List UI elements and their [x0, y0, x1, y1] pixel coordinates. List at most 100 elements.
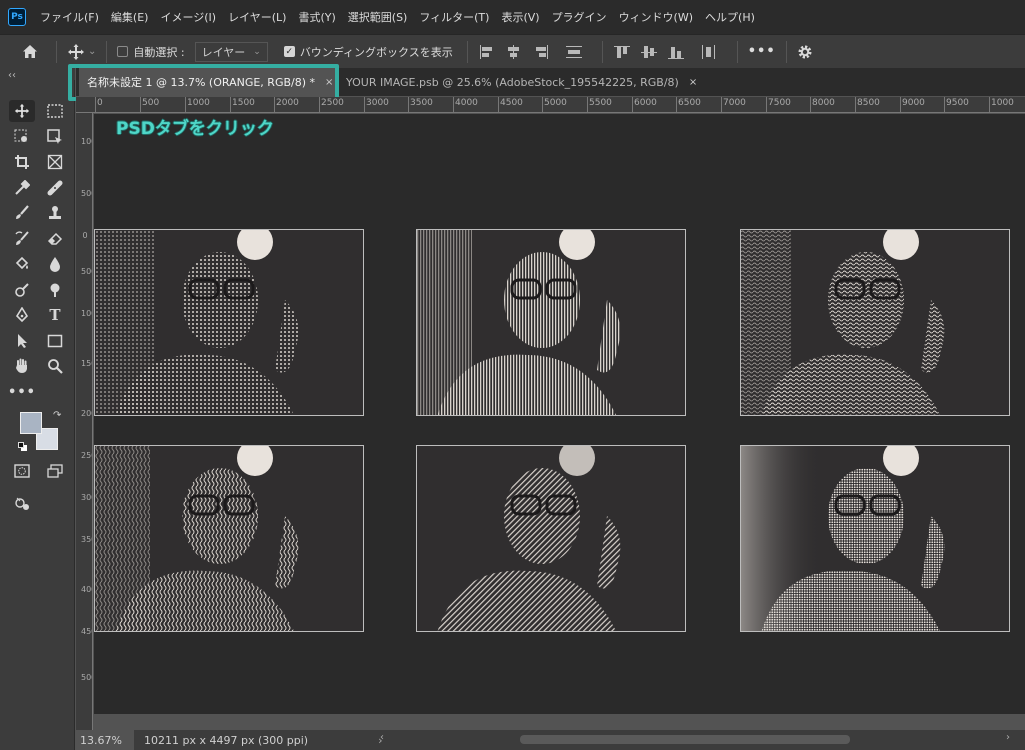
distribute-horizontal-icon[interactable] [700, 44, 718, 60]
chevron-down-icon: ⌄ [253, 46, 261, 57]
vertical-ruler: 1000 500 0 500 1000 1500 2000 2500 3000 … [76, 113, 93, 730]
ruler-label: 0 [97, 98, 103, 108]
marquee-tool-icon[interactable] [42, 100, 68, 122]
zoom-tool-icon[interactable] [42, 355, 68, 377]
eraser-tool-icon[interactable] [42, 228, 68, 250]
ruler-label: 1000 [81, 309, 92, 318]
menu-file[interactable]: ファイル(F) [40, 9, 99, 25]
hand-tool-icon[interactable] [9, 355, 35, 377]
dodge-tool-icon[interactable] [9, 279, 35, 301]
ruler-label: 1500 [232, 98, 255, 108]
ruler-label: 3000 [81, 493, 92, 502]
align-left-icon[interactable] [478, 44, 496, 60]
menu-select[interactable]: 選択範囲(S) [348, 9, 408, 25]
photoshop-logo: Ps [8, 8, 26, 26]
spot-healing-tool-icon[interactable] [42, 177, 68, 199]
close-icon[interactable]: × [689, 77, 697, 88]
portrait-halftone-wave [740, 229, 1010, 416]
history-brush-tool-icon[interactable] [9, 228, 35, 250]
object-selection-tool-icon[interactable] [9, 126, 35, 148]
eyedropper-tool-icon[interactable] [9, 177, 35, 199]
portrait-halftone-diagonal-lines [416, 445, 686, 632]
menu-image[interactable]: イメージ(I) [160, 9, 216, 25]
auto-select-checkbox[interactable] [117, 46, 129, 57]
options-bar: ⌄ 自動選択 : レイヤー ⌄ ✓ バウンディングボックスを表示 ••• [0, 34, 1025, 68]
ruler-label: 2500 [81, 451, 92, 460]
bounding-box-checkbox[interactable]: ✓ [283, 46, 295, 57]
swap-colors-icon[interactable]: ↷ [53, 410, 61, 421]
artboard-selection-icon[interactable] [42, 126, 68, 148]
clone-stamp-tool-icon[interactable] [42, 202, 68, 224]
layer-select-dropdown[interactable]: レイヤー ⌄ [194, 41, 268, 62]
frame-tool-icon[interactable] [42, 151, 68, 173]
scroll-left-icon[interactable]: ‹ [380, 732, 384, 743]
ruler-label: 1000 [81, 137, 92, 146]
menu-edit[interactable]: 編集(E) [111, 9, 149, 25]
type-tool-icon[interactable]: T [42, 304, 68, 326]
ruler-label: 5000 [81, 673, 92, 682]
menu-bar: Ps ファイル(F) 編集(E) イメージ(I) レイヤー(L) 書式(Y) 選… [0, 0, 1025, 34]
brush-tool-icon[interactable] [9, 202, 35, 224]
path-selection-tool-icon[interactable] [9, 330, 35, 352]
chevron-down-icon[interactable]: ⌄ [88, 46, 96, 57]
menu-window[interactable]: ウィンドウ(W) [619, 9, 693, 25]
more-options-button[interactable]: ••• [748, 44, 776, 59]
tab-label: YOUR IMAGE.psb @ 25.6% (AdobeStock_19554… [346, 75, 679, 89]
auto-select-label: 自動選択 : [133, 45, 185, 59]
align-top-icon[interactable] [613, 44, 631, 60]
align-right-icon[interactable] [532, 44, 550, 60]
horizontal-scrollbar[interactable] [520, 735, 850, 744]
align-center-icon[interactable] [505, 44, 523, 60]
home-icon[interactable] [22, 44, 38, 59]
move-tool-icon[interactable] [9, 100, 35, 122]
ruler-label: 8000 [812, 98, 835, 108]
gear-icon[interactable] [797, 44, 813, 60]
menu-view[interactable]: 表示(V) [501, 9, 539, 25]
scroll-right-icon[interactable]: › [1006, 732, 1010, 743]
ruler-label: 3500 [81, 535, 92, 544]
paint-bucket-tool-icon[interactable] [9, 253, 35, 275]
default-colors-icon[interactable] [18, 442, 27, 451]
edit-toolbar-icon[interactable] [9, 492, 35, 514]
pen-tool-icon[interactable] [9, 304, 35, 326]
distribute-vertical-icon[interactable] [565, 44, 583, 60]
ruler-label: 2000 [81, 409, 92, 418]
ruler-label: 4500 [500, 98, 523, 108]
ruler-label: 8500 [857, 98, 880, 108]
ruler-label: 3000 [366, 98, 389, 108]
screen-mode-icon[interactable] [42, 460, 68, 482]
menu-type[interactable]: 書式(Y) [298, 9, 335, 25]
blur-tool-icon[interactable] [42, 253, 68, 275]
tab-psd-document[interactable]: YOUR IMAGE.psb @ 25.6% (AdobeStock_19554… [338, 68, 758, 96]
ruler-label: 500 [81, 267, 92, 276]
burn-tool-icon[interactable] [42, 279, 68, 301]
move-tool-icon[interactable] [67, 43, 85, 61]
ruler-label: 7000 [723, 98, 746, 108]
ruler-label: 5500 [589, 98, 612, 108]
rectangle-tool-icon[interactable] [42, 330, 68, 352]
quick-mask-icon[interactable] [9, 460, 35, 482]
bounding-box-label: バウンディングボックスを表示 [299, 45, 453, 59]
align-bottom-icon[interactable] [667, 44, 685, 60]
horizontal-ruler: 0 500 1000 1500 2000 2500 3000 3500 4000… [76, 97, 1025, 113]
ruler-label: 6000 [634, 98, 657, 108]
more-tools-icon[interactable]: ••• [8, 381, 35, 403]
ruler-label: 9500 [946, 98, 969, 108]
align-middle-icon[interactable] [640, 44, 658, 60]
options-divider [466, 40, 468, 63]
toolbar: T ••• ↷ [0, 80, 75, 750]
ruler-label: 4000 [81, 585, 92, 594]
zoom-level[interactable]: 13.67% [76, 730, 134, 750]
menu-filter[interactable]: フィルター(T) [419, 9, 489, 25]
menu-layer[interactable]: レイヤー(L) [228, 9, 286, 25]
annotation-highlight-box [68, 64, 339, 101]
menu-plugins[interactable]: プラグイン [552, 9, 607, 25]
menu-help[interactable]: ヘルプ(H) [705, 9, 755, 25]
crop-tool-icon[interactable] [9, 151, 35, 173]
portrait-halftone-wave-lines [94, 445, 364, 632]
layer-select-value: レイヤー [201, 45, 246, 59]
document-canvas[interactable] [94, 114, 1025, 730]
foreground-color-swatch[interactable] [20, 412, 42, 434]
options-divider [106, 40, 108, 63]
ruler-label: 9000 [902, 98, 925, 108]
